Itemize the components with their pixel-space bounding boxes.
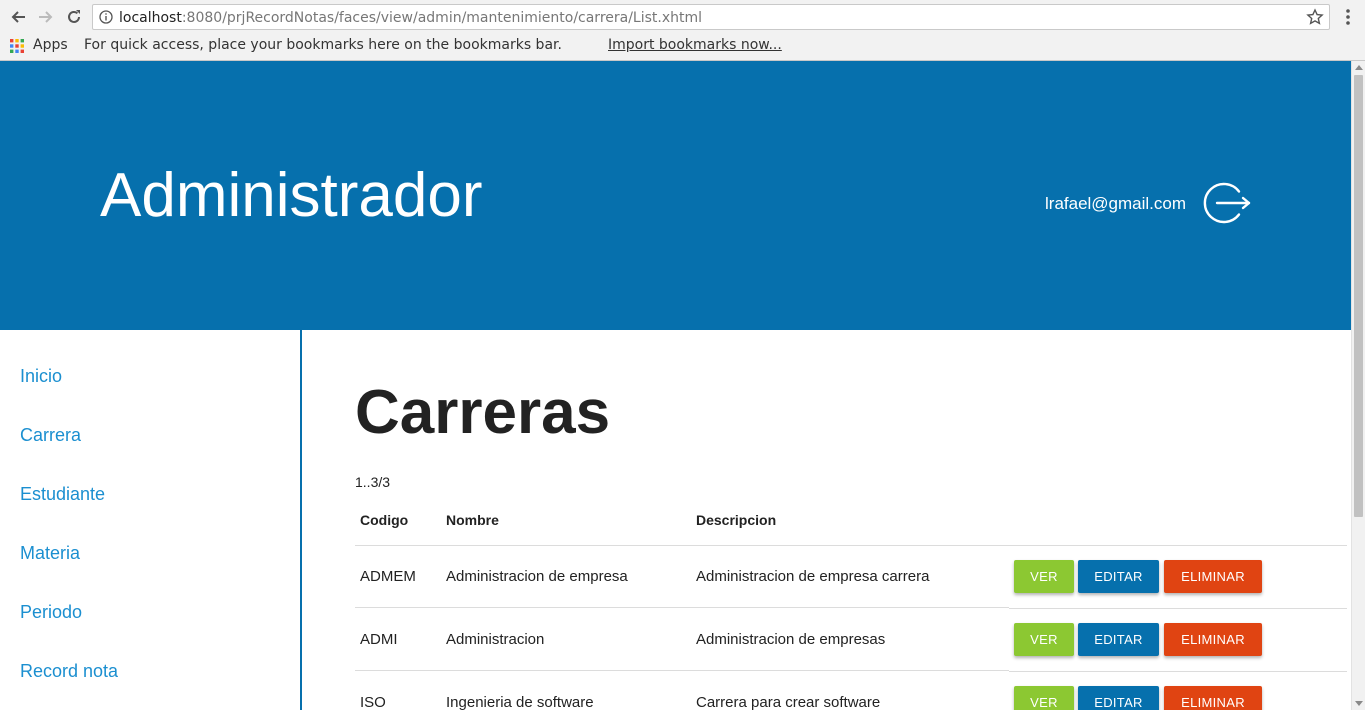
cell-nombre: Administracion de empresa: [446, 568, 628, 585]
back-icon[interactable]: [7, 6, 29, 28]
table-row: ADMEM Administracion de empresa Administ…: [355, 545, 1347, 609]
import-bookmarks-link[interactable]: Import bookmarks now...: [608, 37, 782, 53]
editar-button[interactable]: EDITAR: [1078, 560, 1159, 593]
logout-icon[interactable]: [1203, 181, 1253, 225]
page-title: Carreras: [355, 378, 611, 447]
cell-descripcion: Administracion de empresa carrera: [696, 568, 930, 585]
sidebar-item-inicio[interactable]: Inicio: [20, 366, 62, 387]
url-host: localhost: [119, 10, 182, 26]
url-text: localhost:8080/prjRecordNotas/faces/view…: [119, 10, 702, 26]
info-icon[interactable]: [99, 10, 113, 29]
reload-icon[interactable]: [63, 6, 85, 28]
cell-codigo: ADMI: [360, 631, 398, 648]
sidebar-item-carrera[interactable]: Carrera: [20, 425, 81, 446]
page-scrollbar[interactable]: [1351, 61, 1365, 710]
cell-nombre: Administracion: [446, 631, 545, 648]
star-icon[interactable]: [1306, 8, 1324, 31]
page-viewport: Administrador lrafael@gmail.com Inicio C…: [0, 61, 1351, 710]
menu-icon[interactable]: [1340, 7, 1356, 27]
cell-nombre: Ingenieria de software: [446, 694, 594, 710]
ver-button[interactable]: VER: [1014, 623, 1074, 656]
eliminar-button[interactable]: ELIMINAR: [1164, 560, 1262, 593]
pager-status: 1..3/3: [355, 474, 391, 490]
forward-icon[interactable]: [35, 6, 57, 28]
user-email: lrafael@gmail.com: [1045, 194, 1187, 213]
apps-label[interactable]: Apps: [33, 37, 68, 53]
cell-descripcion: Administracion de empresas: [696, 631, 886, 648]
scroll-down-icon[interactable]: [1355, 701, 1363, 706]
address-bar[interactable]: localhost:8080/prjRecordNotas/faces/view…: [92, 4, 1330, 30]
column-header-nombre: Nombre: [446, 512, 499, 528]
cell-codigo: ADMEM: [360, 568, 416, 585]
editar-button[interactable]: EDITAR: [1078, 686, 1159, 710]
sidebar-item-estudiante[interactable]: Estudiante: [20, 484, 105, 505]
header: Administrador lrafael@gmail.com: [0, 61, 1351, 330]
table-row: ISO Ingenieria de software Carrera para …: [355, 671, 1347, 710]
browser-chrome: localhost:8080/prjRecordNotas/faces/view…: [0, 0, 1365, 61]
sidebar-item-materia[interactable]: Materia: [20, 543, 80, 564]
eliminar-button[interactable]: ELIMINAR: [1164, 686, 1262, 710]
sidebar-item-record-nota[interactable]: Record nota: [20, 661, 118, 682]
eliminar-button[interactable]: ELIMINAR: [1164, 623, 1262, 656]
column-header-codigo: Codigo: [360, 512, 409, 528]
cell-codigo: ISO: [360, 694, 386, 710]
scrollbar-thumb[interactable]: [1354, 75, 1363, 517]
bookmarks-hint: For quick access, place your bookmarks h…: [84, 37, 562, 53]
url-path: :8080/prjRecordNotas/faces/view/admin/ma…: [181, 10, 703, 26]
ver-button[interactable]: VER: [1014, 560, 1074, 593]
header-title: Administrador: [100, 161, 483, 230]
bookmarks-bar: Apps For quick access, place your bookma…: [0, 34, 1365, 60]
sidebar-item-periodo[interactable]: Periodo: [20, 602, 82, 623]
sidebar: Inicio Carrera Estudiante Materia Period…: [0, 330, 302, 710]
cell-descripcion: Carrera para crear software: [696, 694, 881, 710]
editar-button[interactable]: EDITAR: [1078, 623, 1159, 656]
ver-button[interactable]: VER: [1014, 686, 1074, 710]
apps-icon[interactable]: [10, 39, 24, 57]
scroll-up-icon[interactable]: [1355, 65, 1363, 70]
column-header-descripcion: Descripcion: [696, 512, 777, 528]
main-content: Carreras 1..3/3 Codigo Nombre Descripcio…: [302, 330, 1351, 710]
table-row: ADMI Administracion Administracion de em…: [355, 608, 1347, 672]
